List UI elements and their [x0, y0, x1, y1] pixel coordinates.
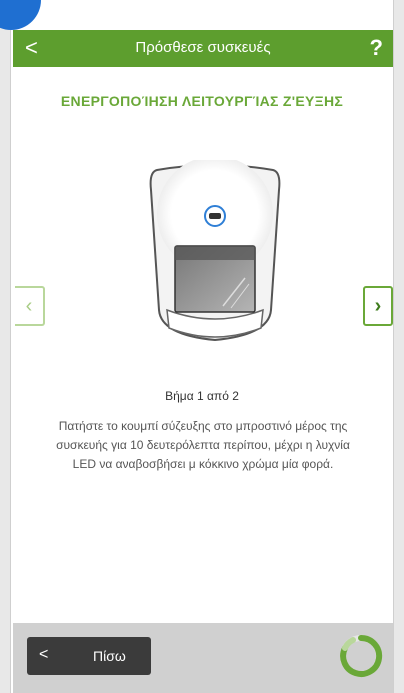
- chevron-right-icon: ›: [374, 295, 382, 317]
- back-button-label: Πίσω: [93, 648, 126, 664]
- help-icon[interactable]: ?: [370, 35, 383, 61]
- instructions-text: Πατήστε το κουμπί σύζευξης στο μπροστινό…: [56, 419, 350, 471]
- footer-bar: < Πίσω: [13, 623, 393, 693]
- app-frame: < Πρόσθεσε συσκευές ? ΕΝΕΡΓΟΠΟΊΗΣΗ ΛΕΙΤΟ…: [0, 0, 394, 693]
- loading-spinner-icon: [340, 634, 383, 677]
- header-bar: < Πρόσθεσε συσκευές ?: [13, 30, 393, 67]
- chevron-left-icon: ‹: [25, 295, 33, 317]
- chevron-left-icon: <: [39, 646, 49, 663]
- previous-step-button[interactable]: ‹: [15, 286, 45, 326]
- device-illustration: [149, 160, 281, 342]
- back-button[interactable]: < Πίσω: [27, 637, 151, 675]
- step-indicator: Βήμα 1 από 2: [165, 389, 239, 403]
- corner-badge: [0, 0, 41, 30]
- page-title: Πρόσθεσε συσκευές: [135, 39, 271, 56]
- next-step-button[interactable]: ›: [363, 286, 393, 326]
- section-title: ΕΝΕΡΓΟΠΟΊΗΣΗ ΛΕΙΤΟΥΡΓΊΑΣ Ζ'ΕΥΞΗΣ: [60, 93, 344, 109]
